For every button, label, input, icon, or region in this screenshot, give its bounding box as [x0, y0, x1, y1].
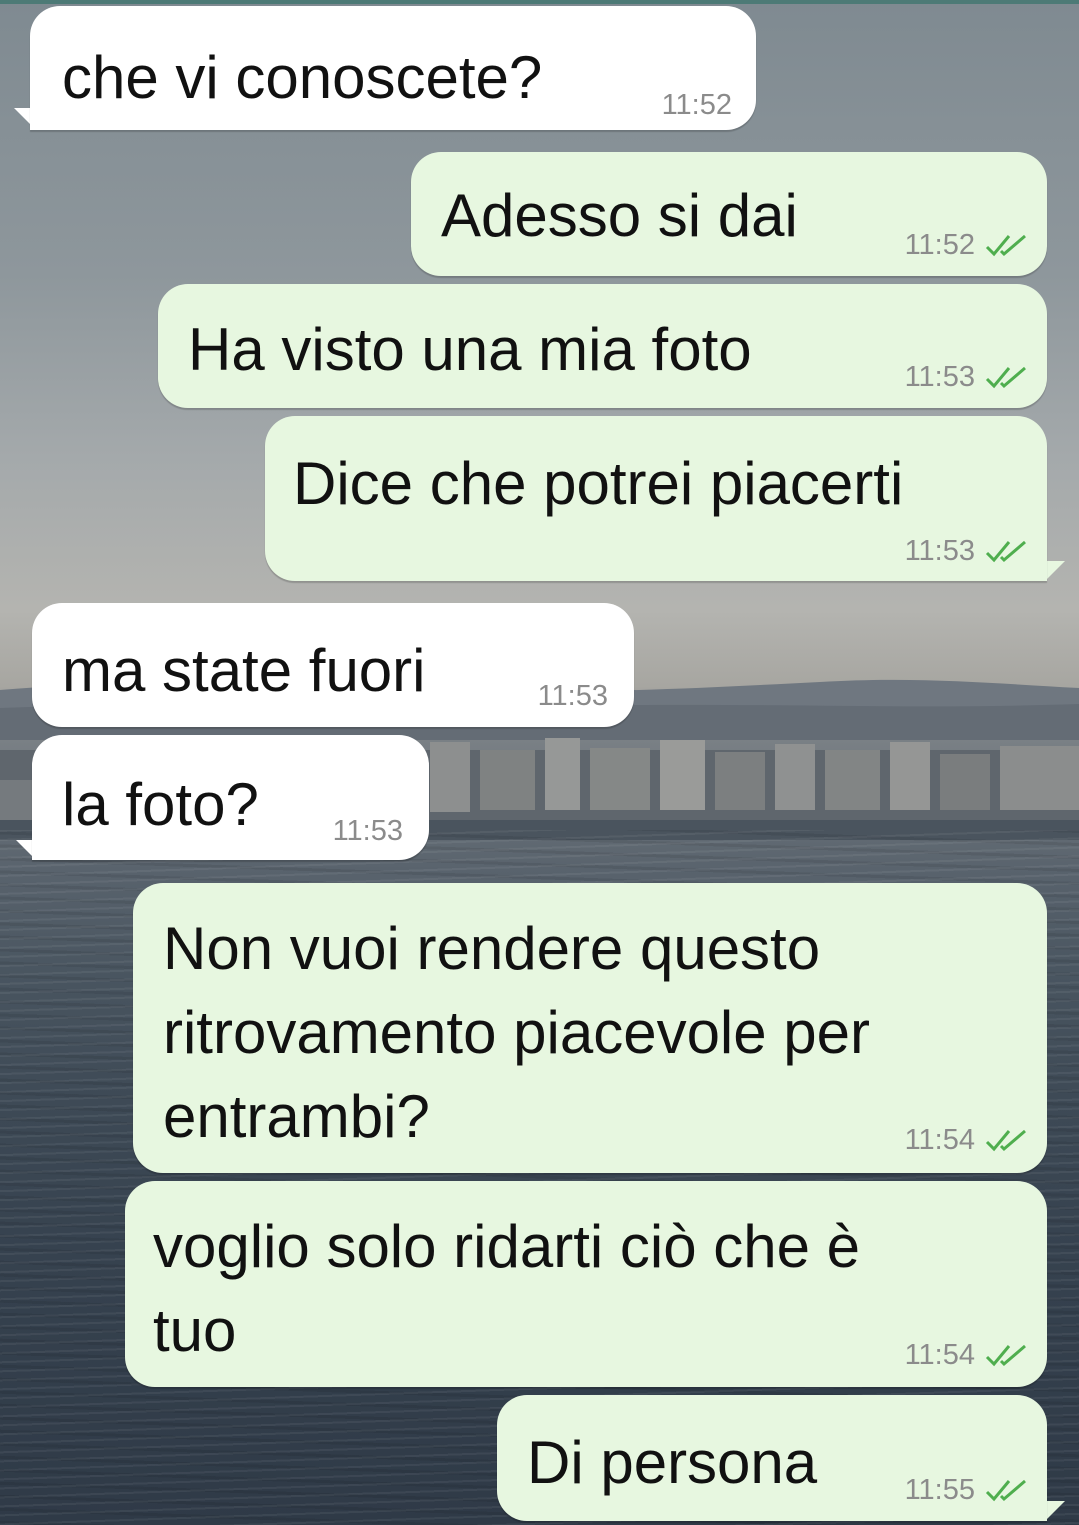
- incoming-message-bubble[interactable]: che vi conoscete? 11:52: [30, 6, 756, 130]
- message-meta: 11:53: [333, 814, 403, 848]
- message-text: Adesso si dai: [441, 182, 798, 249]
- message-meta: 11:53: [905, 534, 1029, 568]
- message-text: ma state fuori: [62, 637, 426, 704]
- message-text: voglio solo ridarti ciò che è tuo: [153, 1213, 861, 1364]
- message-text: Dice che potrei piacerti: [293, 450, 904, 517]
- outgoing-message-bubble[interactable]: Di persona 11:55: [497, 1395, 1047, 1521]
- double-check-icon: [985, 233, 1029, 257]
- message-timestamp: 11:53: [332, 815, 403, 847]
- double-check-icon: [985, 365, 1029, 389]
- double-check-icon: [985, 539, 1029, 563]
- message-timestamp: 11:54: [904, 1124, 975, 1156]
- double-check-icon: [985, 1128, 1029, 1152]
- message-text: Non vuoi rendere questo ritrovamento pia…: [163, 915, 871, 1150]
- message-text: Ha visto una mia foto: [188, 316, 752, 383]
- message-timestamp: 11:53: [904, 361, 975, 393]
- message-text: la foto?: [62, 771, 259, 838]
- message-timestamp: 11:53: [537, 680, 608, 712]
- outgoing-message-bubble[interactable]: voglio solo ridarti ciò che è tuo 11:54: [125, 1181, 1047, 1387]
- message-meta: 11:52: [905, 228, 1029, 262]
- message-meta: 11:52: [662, 88, 732, 122]
- message-meta: 11:53: [905, 360, 1029, 394]
- outgoing-message-bubble[interactable]: Ha visto una mia foto 11:53: [158, 284, 1047, 408]
- message-meta: 11:54: [905, 1338, 1029, 1372]
- double-check-icon: [985, 1478, 1029, 1502]
- bubble-tail: [1045, 1501, 1065, 1521]
- outgoing-message-bubble[interactable]: Non vuoi rendere questo ritrovamento pia…: [133, 883, 1047, 1173]
- message-text: Di persona: [527, 1429, 818, 1496]
- message-timestamp: 11:55: [904, 1474, 975, 1506]
- bubble-tail: [1045, 561, 1065, 581]
- message-timestamp: 11:53: [904, 535, 975, 567]
- message-meta: 11:54: [905, 1123, 1029, 1157]
- message-meta: 11:53: [538, 679, 608, 713]
- message-timestamp: 11:52: [904, 229, 975, 261]
- message-timestamp: 11:54: [904, 1339, 975, 1371]
- outgoing-message-bubble[interactable]: Dice che potrei piacerti 11:53: [265, 416, 1047, 581]
- status-strip: [0, 0, 1079, 4]
- incoming-message-bubble[interactable]: la foto? 11:53: [32, 735, 429, 860]
- message-text: che vi conoscete?: [62, 44, 543, 111]
- incoming-message-bubble[interactable]: ma state fuori 11:53: [32, 603, 634, 727]
- message-timestamp: 11:52: [661, 89, 732, 121]
- double-check-icon: [985, 1343, 1029, 1367]
- message-meta: 11:55: [905, 1473, 1029, 1507]
- outgoing-message-bubble[interactable]: Adesso si dai 11:52: [411, 152, 1047, 276]
